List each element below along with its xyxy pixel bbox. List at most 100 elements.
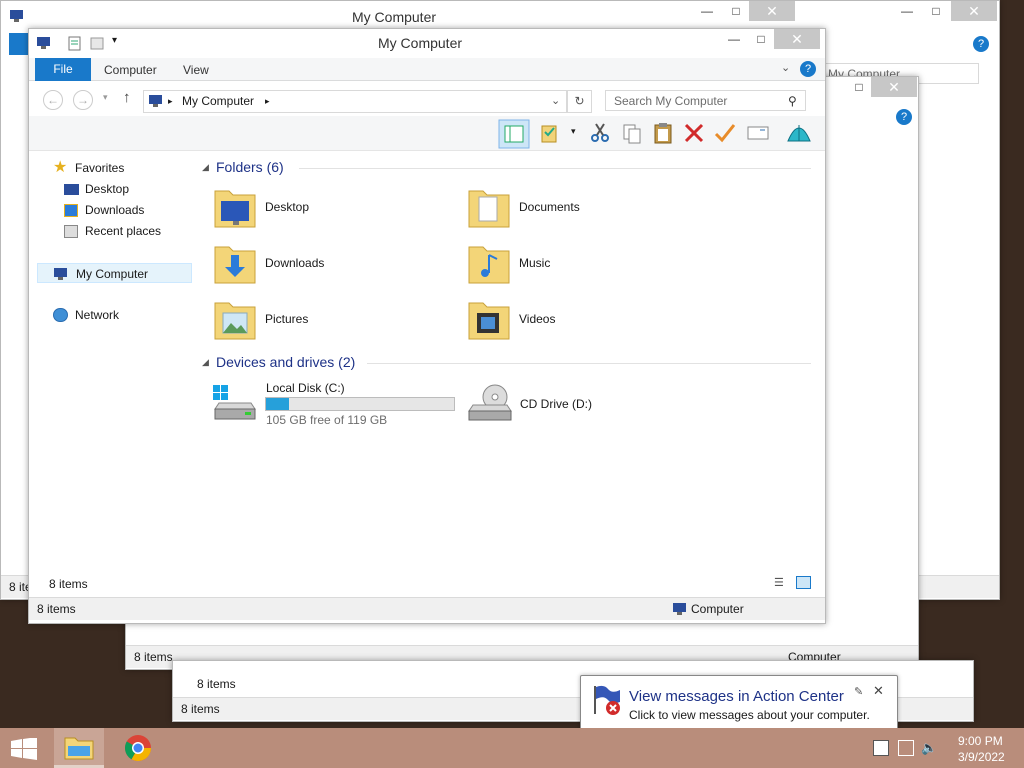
rename-icon[interactable] bbox=[747, 125, 769, 141]
shell-icon[interactable] bbox=[786, 121, 812, 145]
help-icon[interactable]: ? bbox=[896, 109, 912, 125]
computer-icon bbox=[37, 37, 50, 49]
folder-label: Documents bbox=[519, 200, 580, 214]
paste-icon[interactable] bbox=[652, 121, 674, 145]
large-icons-view-icon[interactable] bbox=[796, 576, 811, 589]
maximize-button[interactable]: □ bbox=[748, 29, 774, 49]
nav-my-computer[interactable]: My Computer bbox=[37, 263, 192, 283]
folder-videos[interactable]: Videos bbox=[467, 297, 717, 347]
forward-button[interactable]: → bbox=[73, 90, 93, 110]
tab-view[interactable]: View bbox=[183, 58, 209, 80]
disk-usage-bar bbox=[265, 397, 455, 411]
tab-file[interactable]: File bbox=[35, 58, 91, 81]
drive-local-disk[interactable]: Local Disk (C:) 105 GB free of 119 GB bbox=[211, 381, 461, 427]
folder-pictures[interactable]: Pictures bbox=[213, 297, 463, 347]
back-button[interactable]: ← bbox=[43, 90, 63, 110]
status-item-count: 8 items bbox=[37, 602, 76, 616]
recent-locations-icon[interactable]: ▾ bbox=[103, 92, 108, 103]
chevron-down-icon[interactable]: ▾ bbox=[112, 35, 117, 46]
checkmark-icon[interactable] bbox=[713, 122, 737, 144]
close-button[interactable]: ✕ bbox=[871, 77, 917, 97]
maximize-button[interactable]: □ bbox=[723, 1, 749, 21]
folder-documents[interactable]: Documents bbox=[467, 185, 717, 235]
clock-date[interactable]: 3/9/2022 bbox=[958, 750, 1005, 764]
folder-label: Downloads bbox=[265, 256, 325, 270]
videos-folder-icon bbox=[468, 302, 510, 340]
title-bar[interactable]: My Computer — □ ✕ — □ ✕ bbox=[1, 1, 999, 27]
collapse-drives-icon[interactable]: ◢ bbox=[202, 357, 209, 368]
up-button[interactable]: ↑ bbox=[123, 89, 131, 106]
help-icon[interactable]: ? bbox=[973, 36, 989, 52]
search-placeholder: Search My Computer bbox=[614, 94, 728, 108]
folder-music[interactable]: Music bbox=[467, 241, 717, 291]
command-bar: ▾ bbox=[29, 116, 825, 151]
window-title: My Computer bbox=[352, 9, 437, 25]
minimize-button[interactable]: — bbox=[694, 1, 720, 21]
chevron-down-icon[interactable]: ▾ bbox=[571, 126, 576, 137]
expand-ribbon-icon[interactable]: ⌄ bbox=[781, 61, 790, 74]
preview-pane-icon[interactable] bbox=[498, 119, 530, 149]
file-explorer-taskbar-button[interactable] bbox=[54, 728, 104, 768]
properties-icon[interactable] bbox=[67, 35, 83, 51]
chevron-right-icon[interactable]: ▸ bbox=[265, 91, 270, 112]
folder-desktop[interactable]: Desktop bbox=[213, 185, 463, 235]
drives-header[interactable]: Devices and drives (2) bbox=[216, 354, 355, 370]
search-input[interactable]: Search My Computer ⚲ bbox=[605, 90, 806, 111]
network-tray-icon[interactable] bbox=[898, 740, 914, 756]
collapse-folders-icon[interactable]: ◢ bbox=[202, 162, 209, 173]
cut-icon[interactable] bbox=[589, 122, 611, 144]
action-center-tray-icon[interactable] bbox=[873, 740, 889, 756]
help-icon[interactable]: ? bbox=[800, 61, 816, 77]
chevron-right-icon[interactable]: ▸ bbox=[168, 91, 173, 112]
close-button[interactable]: ✕ bbox=[951, 1, 997, 21]
refresh-button[interactable]: ↻ bbox=[567, 90, 592, 113]
disk-usage-fill bbox=[266, 398, 289, 410]
nav-recent-label: Recent places bbox=[85, 224, 162, 238]
nav-downloads-label: Downloads bbox=[85, 203, 145, 217]
tab-computer[interactable]: Computer bbox=[104, 58, 157, 80]
minimize-button[interactable]: — bbox=[894, 1, 920, 21]
search-icon[interactable]: ⚲ bbox=[788, 91, 797, 112]
pictures-folder-icon bbox=[214, 302, 256, 340]
pin-icon[interactable]: ✎ bbox=[854, 685, 863, 698]
section-divider bbox=[299, 168, 811, 169]
chrome-taskbar-button[interactable] bbox=[113, 728, 163, 768]
maximize-button[interactable]: □ bbox=[923, 1, 949, 21]
action-center-notification[interactable]: View messages in Action Center Click to … bbox=[580, 675, 898, 731]
drive-cd[interactable]: CD Drive (D:) bbox=[465, 381, 715, 427]
drive-label: CD Drive (D:) bbox=[520, 397, 592, 411]
recent-places-icon bbox=[64, 225, 78, 238]
minimize-button[interactable]: — bbox=[721, 29, 747, 49]
new-folder-icon[interactable] bbox=[89, 35, 105, 51]
details-view-icon[interactable]: ☰ bbox=[774, 576, 784, 589]
close-button[interactable]: ✕ bbox=[749, 1, 795, 21]
chrome-icon bbox=[124, 735, 152, 762]
nav-network-label: Network bbox=[75, 308, 120, 322]
toast-title[interactable]: View messages in Action Center bbox=[629, 688, 844, 705]
maximize-button[interactable]: □ bbox=[846, 77, 872, 97]
properties-icon[interactable] bbox=[539, 122, 563, 144]
folder-label: Videos bbox=[519, 312, 556, 326]
delete-icon[interactable] bbox=[683, 122, 705, 144]
volume-muted-icon[interactable]: 🔈 bbox=[921, 740, 937, 756]
hard-drive-icon bbox=[213, 385, 256, 420]
folders-header[interactable]: Folders (6) bbox=[216, 159, 284, 175]
main-explorer-window[interactable]: ▾ My Computer — □ ✕ File Computer View ⌄… bbox=[28, 28, 826, 624]
computer-icon bbox=[673, 603, 686, 615]
title-bar[interactable]: ▾ My Computer — □ ✕ bbox=[29, 29, 825, 55]
copy-icon[interactable] bbox=[621, 122, 643, 144]
toast-close-icon[interactable]: ✕ bbox=[873, 683, 884, 699]
nav-my-computer-label: My Computer bbox=[76, 267, 149, 281]
star-icon: ★ bbox=[53, 159, 68, 176]
nav-desktop-label: Desktop bbox=[85, 182, 130, 196]
action-center-flag-icon bbox=[594, 685, 620, 715]
address-bar[interactable]: ▸ My Computer ▸ ⌄ bbox=[143, 90, 567, 113]
windows-start-icon[interactable] bbox=[11, 738, 37, 760]
documents-folder-icon bbox=[468, 190, 510, 228]
address-path[interactable]: My Computer bbox=[182, 91, 254, 112]
clock-time[interactable]: 9:00 PM bbox=[958, 734, 1003, 748]
file-tab[interactable] bbox=[9, 33, 29, 55]
address-dropdown-icon[interactable]: ⌄ bbox=[551, 91, 560, 112]
folder-downloads[interactable]: Downloads bbox=[213, 241, 463, 291]
close-button[interactable]: ✕ bbox=[774, 29, 820, 49]
